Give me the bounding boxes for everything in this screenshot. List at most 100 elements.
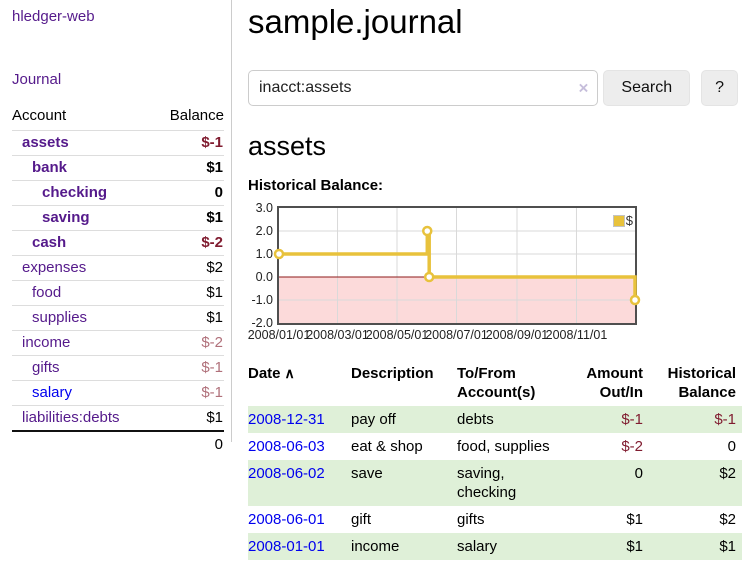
- search-row: × Search ?: [248, 70, 742, 106]
- register-row: 2008-06-03eat & shopfood, supplies$-20: [248, 433, 742, 460]
- hledger-web-app: hledger-web Journal Account Balance asse…: [0, 0, 742, 582]
- balance-chart: $ 3.02.01.00.0-1.0-2.02008/01/012008/03/…: [248, 206, 742, 348]
- sidebar-account-link[interactable]: saving: [12, 209, 90, 226]
- account-balance: $1: [206, 309, 223, 326]
- sidebar-account-link[interactable]: liabilities:debts: [12, 409, 120, 426]
- sidebar-account-link[interactable]: salary: [12, 384, 72, 401]
- register-amount: $-2: [569, 433, 649, 460]
- account-balance: $1: [206, 284, 223, 301]
- register-accounts: food, supplies: [451, 433, 569, 460]
- y-axis-tick-label: 1.0: [248, 247, 273, 261]
- register-row: 2008-01-01incomesalary$1$1: [248, 533, 742, 560]
- account-balance: $-1: [201, 359, 223, 376]
- register-description: income: [345, 533, 451, 560]
- help-button[interactable]: ?: [701, 70, 738, 106]
- register-table: Date∧ Description To/From Account(s) Amo…: [248, 362, 742, 560]
- account-row: assets$-1: [12, 131, 224, 156]
- sidebar-account-link[interactable]: expenses: [12, 259, 86, 276]
- register-description: save: [345, 460, 451, 506]
- sidebar-item-journal[interactable]: Journal: [12, 71, 224, 88]
- search-button[interactable]: Search: [603, 70, 690, 106]
- register-header-accounts: To/From Account(s): [451, 362, 569, 406]
- register-header-balance: Historical Balance: [649, 362, 742, 406]
- account-row: bank $1: [12, 156, 224, 181]
- sidebar-account-link[interactable]: cash: [12, 234, 66, 251]
- sidebar-account-link[interactable]: bank: [12, 159, 67, 176]
- sidebar-account-link[interactable]: income: [12, 334, 70, 351]
- account-balance: $1: [206, 159, 223, 176]
- register-date-link[interactable]: 2008-12-31: [248, 411, 325, 428]
- accounts-header-account: Account: [12, 105, 153, 131]
- account-balance: $1: [206, 409, 223, 426]
- y-axis-tick-label: 0.0: [248, 270, 273, 284]
- register-date-link[interactable]: 2008-06-01: [248, 511, 325, 528]
- account-balance: 0: [215, 184, 223, 201]
- sidebar: hledger-web Journal Account Balance asse…: [0, 0, 232, 442]
- y-axis-tick-label: 3.0: [248, 201, 273, 215]
- sort-asc-icon: ∧: [285, 365, 295, 381]
- account-row: income $-2: [12, 331, 224, 356]
- clear-search-icon[interactable]: ×: [578, 80, 588, 97]
- register-description: pay off: [345, 406, 451, 433]
- sidebar-account-link[interactable]: assets: [12, 134, 69, 151]
- register-amount: $1: [569, 506, 649, 533]
- x-axis-tick-label: 2008/11/01: [546, 328, 608, 342]
- y-axis-tick-label: 2.0: [248, 224, 273, 238]
- register-accounts: salary: [451, 533, 569, 560]
- legend-swatch-icon: [613, 215, 625, 227]
- register-balance: $-1: [649, 406, 742, 433]
- sidebar-account-link[interactable]: supplies: [12, 309, 87, 326]
- account-balance: $-2: [201, 334, 223, 351]
- register-row: 2008-06-01 giftgifts$1$2: [248, 506, 742, 533]
- account-balance: $-2: [201, 234, 223, 251]
- register-accounts: gifts: [451, 506, 569, 533]
- x-axis-tick-label: 2008/07/01: [425, 328, 488, 342]
- register-date-link[interactable]: 2008-06-02: [248, 465, 325, 482]
- account-row: cash $-2: [12, 231, 224, 256]
- register-balance: $2: [649, 460, 742, 506]
- account-row: gifts $-1: [12, 356, 224, 381]
- register-amount: 0: [569, 460, 649, 506]
- page-title: sample.journal: [248, 2, 742, 42]
- account-row: checking 0: [12, 181, 224, 206]
- search-input[interactable]: [248, 70, 598, 106]
- register-balance: 0: [649, 433, 742, 460]
- register-date-link[interactable]: 2008-06-03: [248, 438, 325, 455]
- register-balance: $1: [649, 533, 742, 560]
- account-row: salary $-1: [12, 381, 224, 406]
- y-axis-tick-label: -1.0: [248, 293, 273, 307]
- sidebar-account-link[interactable]: food: [12, 284, 61, 301]
- chart-plot: $: [277, 206, 637, 325]
- search-box: ×: [248, 70, 598, 106]
- accounts-total-row: 0: [12, 431, 224, 458]
- legend-label: $: [626, 213, 633, 228]
- x-axis-tick-label: 2008/09/01: [486, 328, 549, 342]
- register-accounts: debts: [451, 406, 569, 433]
- register-header-amount: Amount Out/In: [569, 362, 649, 406]
- account-row: expenses $2: [12, 256, 224, 281]
- register-row: 2008-12-31pay offdebts$-1$-1: [248, 406, 742, 433]
- account-balance: $2: [206, 259, 223, 276]
- chart-canvas: [279, 208, 635, 323]
- account-heading: assets: [248, 130, 742, 162]
- sidebar-account-link[interactable]: gifts: [12, 359, 60, 376]
- account-row: liabilities:debts $1: [12, 406, 224, 432]
- register-amount: $-1: [569, 406, 649, 433]
- brand-link[interactable]: hledger-web: [12, 8, 224, 25]
- register-accounts: saving, checking: [451, 460, 569, 506]
- register-balance: $2: [649, 506, 742, 533]
- main-panel: sample.journal × Search ? assets Histori…: [248, 0, 742, 560]
- register-date-link[interactable]: 2008-01-01: [248, 538, 325, 555]
- account-balance: $-1: [201, 384, 223, 401]
- sidebar-account-link[interactable]: checking: [12, 184, 107, 201]
- accounts-total-value: 0: [153, 431, 224, 458]
- x-axis-tick-label: 2008/05/01: [366, 328, 429, 342]
- accounts-table: Account Balance assets$-1bank$1checking0…: [12, 105, 224, 458]
- chart-title: Historical Balance:: [248, 177, 742, 194]
- account-balance: $1: [206, 209, 223, 226]
- accounts-total-spacer: [12, 431, 153, 458]
- register-description: gift: [345, 506, 451, 533]
- register-header-date[interactable]: Date∧: [248, 362, 345, 406]
- account-row: saving $1: [12, 206, 224, 231]
- chart-legend: $: [613, 213, 633, 228]
